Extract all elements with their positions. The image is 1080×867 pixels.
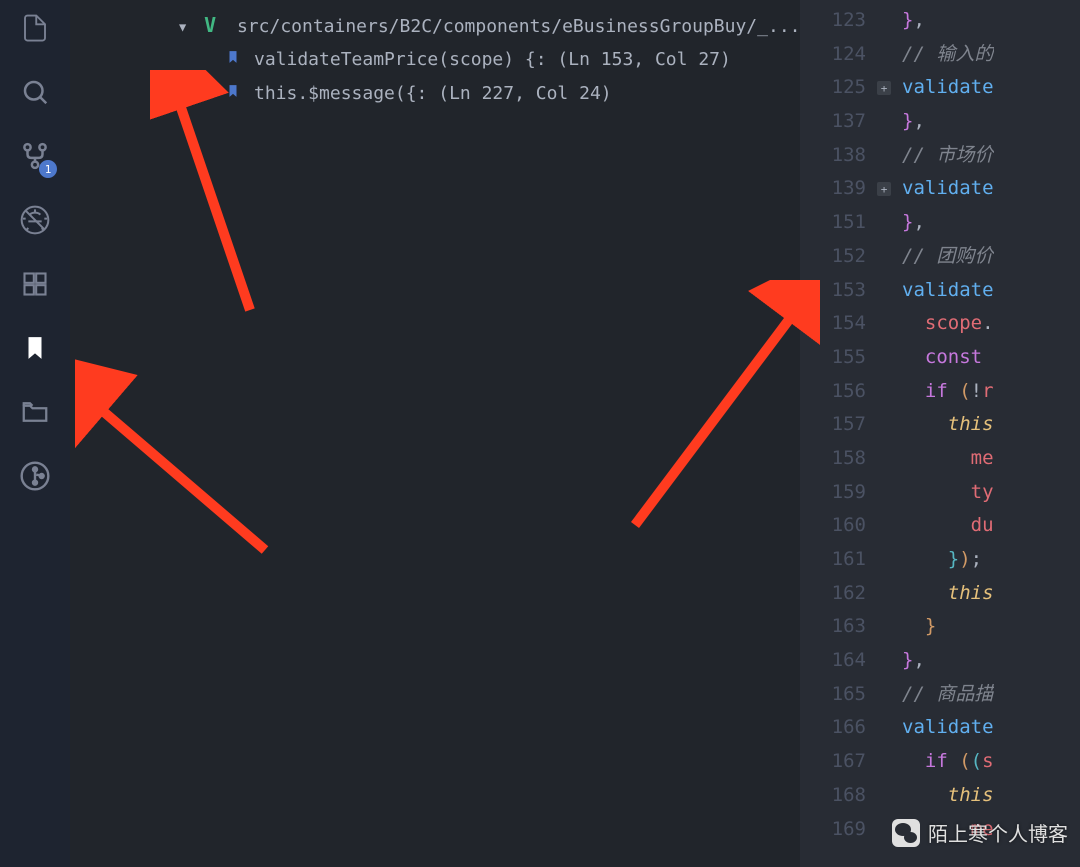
git-icon[interactable] xyxy=(17,458,53,494)
search-icon[interactable] xyxy=(17,74,53,110)
code-content: },// 输入的validate},// 市场价validate},// 团购价… xyxy=(894,4,994,867)
bookmarks-icon[interactable] xyxy=(17,330,53,366)
fold-column: ++ xyxy=(874,4,894,867)
explorer-icon[interactable] xyxy=(17,10,53,46)
watermark-text: 陌上寒个人博客 xyxy=(928,818,1068,847)
bookmark-item[interactable]: validateTeamPrice(scope) {: (Ln 153, Col… xyxy=(70,42,800,76)
code-editor[interactable]: 1231241251371381391511521531541551561571… xyxy=(800,0,1080,867)
extensions-icon[interactable] xyxy=(17,266,53,302)
scm-badge: 1 xyxy=(39,160,57,178)
vue-file-icon: V xyxy=(204,13,216,37)
watermark: 陌上寒个人博客 xyxy=(892,818,1068,847)
fold-marker[interactable]: + xyxy=(877,81,891,95)
bookmark-icon xyxy=(226,48,240,70)
bookmarks-panel: ▶ V src/containers/B2C/components/eBusin… xyxy=(70,0,800,867)
source-control-icon[interactable]: 1 xyxy=(17,138,53,174)
bookmark-icon xyxy=(226,82,240,104)
gutter-marks xyxy=(800,4,818,867)
file-path: src/containers/B2C/components/eBusinessG… xyxy=(237,16,800,37)
bookmark-item[interactable]: this.$message({: (Ln 227, Col 24) xyxy=(70,76,800,110)
wechat-icon xyxy=(892,819,920,847)
bookmark-label: this.$message({: (Ln 227, Col 24) xyxy=(254,83,612,104)
line-numbers: 1231241251371381391511521531541551561571… xyxy=(818,4,874,867)
debug-icon[interactable] xyxy=(17,202,53,238)
folder-icon[interactable] xyxy=(17,394,53,430)
bookmark-file-row[interactable]: ▶ V src/containers/B2C/components/eBusin… xyxy=(70,8,800,42)
chevron-down-icon: ▶ xyxy=(177,24,191,31)
activity-bar: 1 xyxy=(0,0,70,867)
fold-marker[interactable]: + xyxy=(877,182,891,196)
bookmark-label: validateTeamPrice(scope) {: (Ln 153, Col… xyxy=(254,49,731,70)
